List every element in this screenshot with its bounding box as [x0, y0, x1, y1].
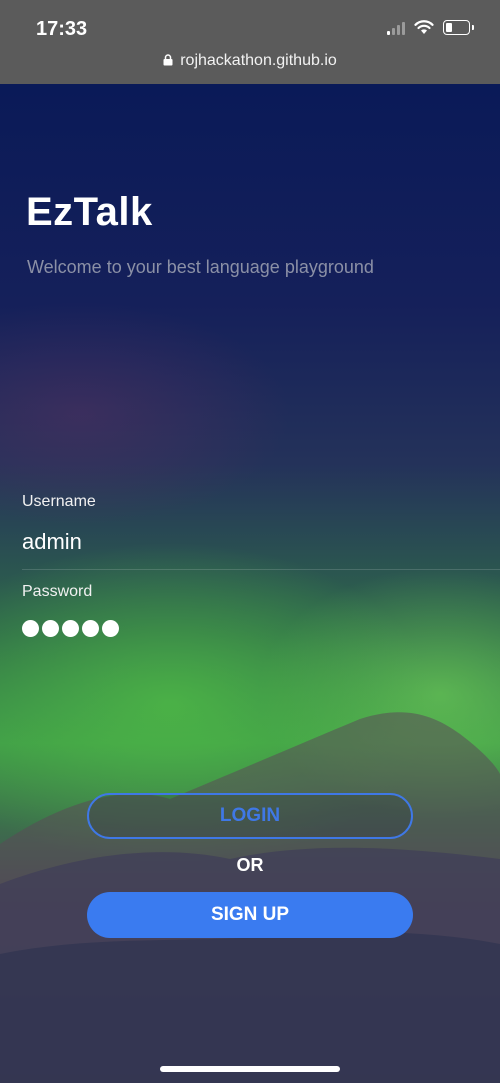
app-subtitle: Welcome to your best language playground [27, 257, 374, 277]
status-time: 17:33 [36, 18, 88, 40]
password-mask-dot [82, 620, 99, 637]
username-underline [22, 569, 500, 570]
wifi-icon [414, 20, 434, 34]
password-mask-dot [102, 620, 119, 637]
home-indicator[interactable] [160, 1066, 340, 1072]
password-mask-dot [62, 620, 79, 637]
app-title: EzTalk [26, 190, 153, 234]
signup-button[interactable]: SIGN UP [87, 892, 413, 938]
or-divider-text: OR [236, 855, 264, 875]
username-input[interactable]: admin [22, 529, 82, 555]
username-label: Username [22, 493, 96, 510]
url-text: rojhackathon.github.io [180, 52, 337, 69]
address-bar[interactable]: rojhackathon.github.io [0, 52, 500, 70]
login-button[interactable]: LOGIN [87, 793, 413, 839]
password-mask-dot [42, 620, 59, 637]
status-bar: 17:33 rojhackathon.github.io [0, 0, 500, 84]
battery-icon [443, 20, 474, 35]
lock-icon [163, 54, 173, 66]
cellular-signal-icon [387, 21, 405, 35]
system-icons [387, 20, 474, 35]
password-label: Password [22, 583, 93, 600]
password-input[interactable] [22, 620, 119, 637]
password-mask-dot [22, 620, 39, 637]
